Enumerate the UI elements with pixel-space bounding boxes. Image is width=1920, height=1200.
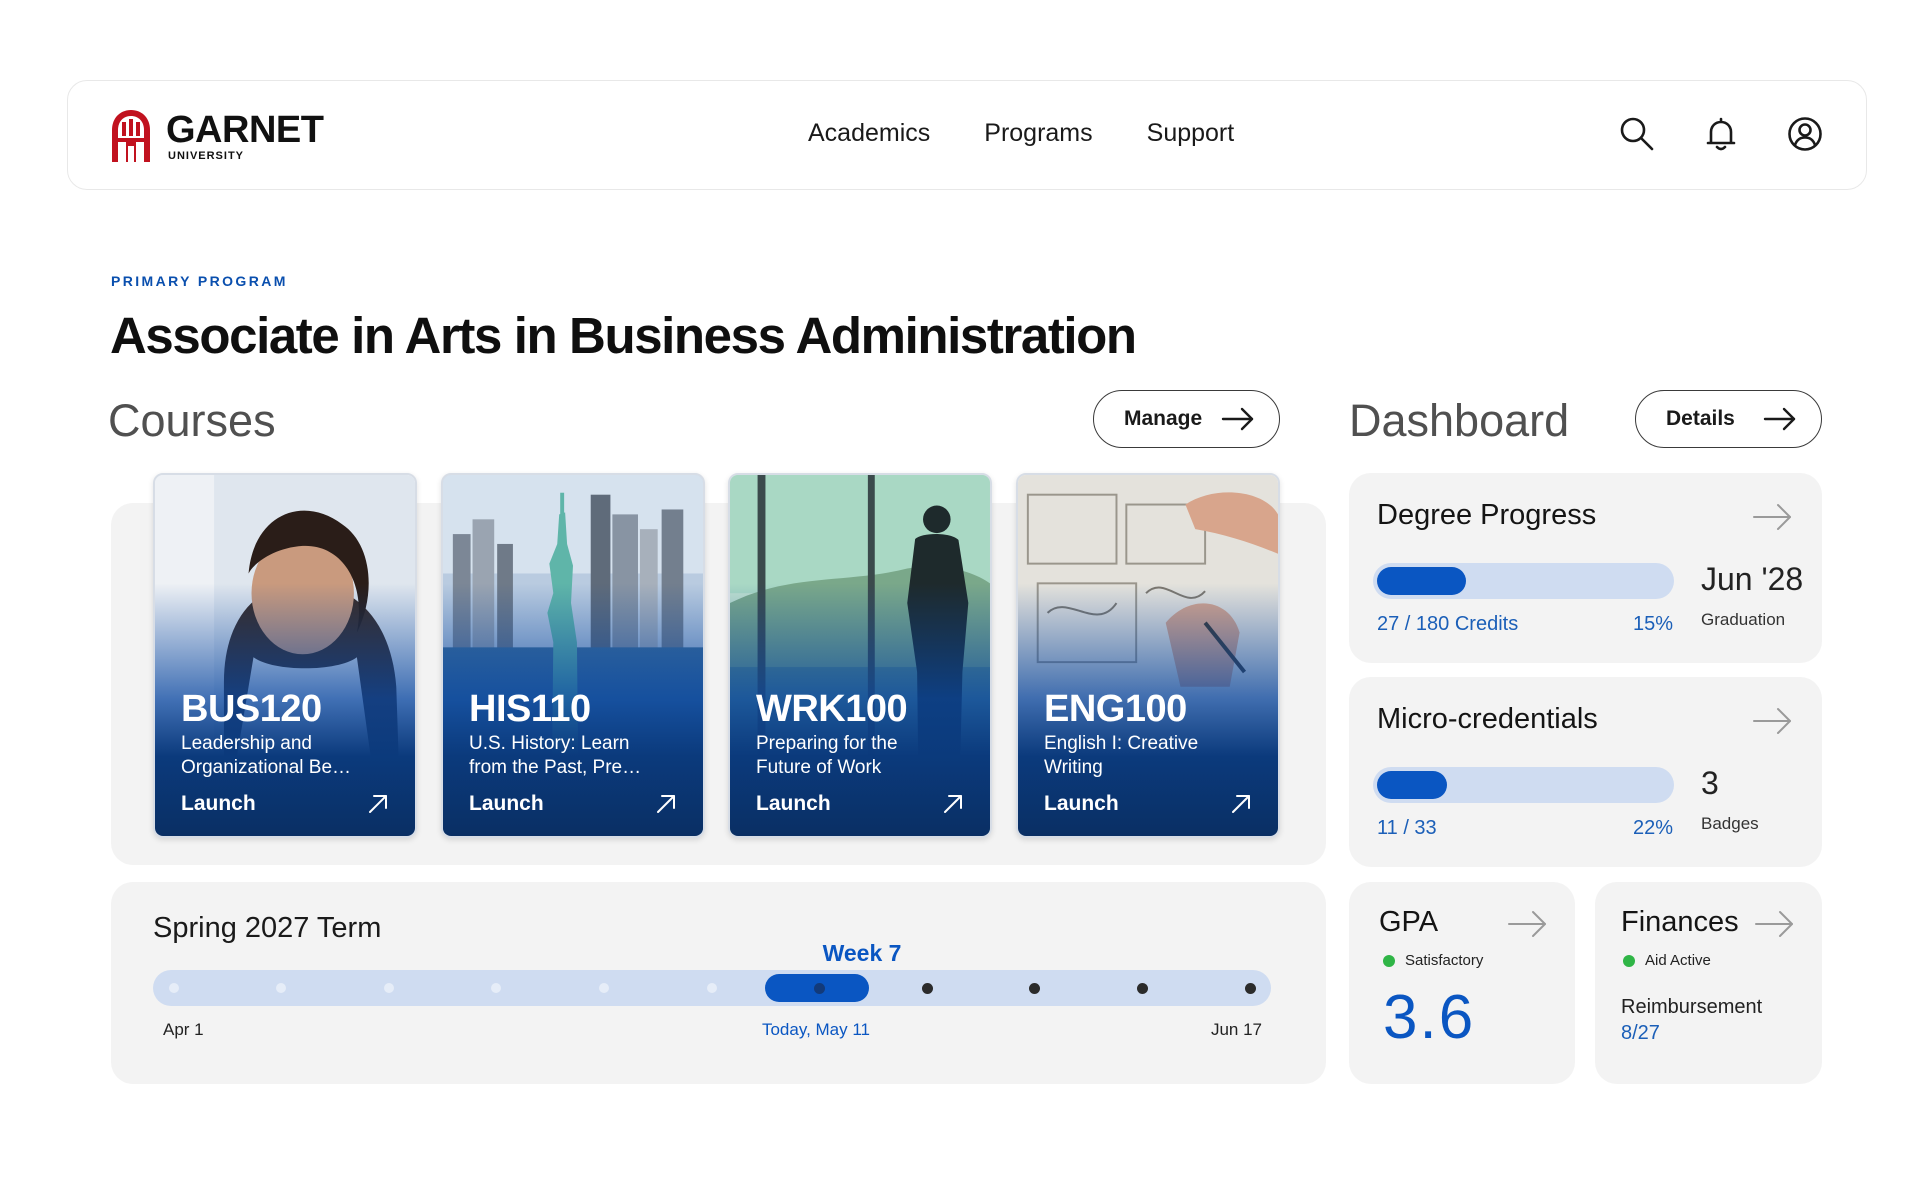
course-launch-label: Launch xyxy=(469,792,544,815)
term-end-date: Jun 17 xyxy=(1210,1020,1262,1039)
course-card-eng100[interactable]: ENG100 English I: Creative Writing Launc… xyxy=(1016,473,1280,838)
brand-logo[interactable]: GARNET UNIVERSITY xyxy=(108,108,324,164)
degree-progress-card[interactable]: Degree Progress 27 / 180 Credits 15% Jun… xyxy=(1349,473,1822,663)
week-dot[interactable] xyxy=(383,983,394,993)
week-dot[interactable] xyxy=(1244,983,1256,994)
nav-programs[interactable]: Programs xyxy=(984,119,1092,148)
reimbursement-label: Reimbursement xyxy=(1621,996,1763,1018)
arrow-up-right-icon xyxy=(369,795,387,813)
credits-label: 27 / 180 Credits xyxy=(1377,613,1519,635)
graduation-date: Jun '28 xyxy=(1701,561,1804,597)
top-header: GARNET UNIVERSITY Academics Programs Sup… xyxy=(67,80,1867,190)
micro-progress-fill xyxy=(1377,771,1447,799)
gpa-card[interactable]: GPA Satisfactory 3.6 xyxy=(1349,882,1575,1084)
garnet-crest-icon xyxy=(112,110,150,162)
course-name: Preparing for the Future of Work xyxy=(756,733,898,778)
arrow-up-right-icon xyxy=(944,795,962,813)
degree-progress-fill xyxy=(1377,567,1466,595)
course-card-bus120[interactable]: BUS120 Leadership and Organizational Be…… xyxy=(153,473,417,838)
header-actions xyxy=(1618,115,1824,153)
course-launch-label: Launch xyxy=(1044,792,1119,815)
course-code: ENG100 xyxy=(1044,688,1187,730)
aid-status: Aid Active xyxy=(1623,952,1711,969)
course-launch-label: Launch xyxy=(756,792,831,815)
main-nav: Academics Programs Support xyxy=(808,119,1234,148)
percent-label: 15% xyxy=(1633,613,1674,635)
finances-card[interactable]: Finances Aid Active Reimbursement 8/27 xyxy=(1595,882,1822,1084)
card-title: Micro-credentials xyxy=(1377,703,1598,735)
manage-label: Manage xyxy=(1124,407,1203,430)
course-code: HIS110 xyxy=(469,688,591,730)
details-label: Details xyxy=(1666,407,1735,430)
arrow-up-right-icon xyxy=(1232,795,1250,813)
dashboard-heading: Dashboard xyxy=(1349,395,1570,446)
card-gradient xyxy=(1018,475,1278,836)
brand-name: GARNET xyxy=(166,108,324,151)
graduation-label: Graduation xyxy=(1701,610,1786,629)
dashboard-details-button[interactable]: Details xyxy=(1635,390,1822,448)
arrow-right-icon[interactable] xyxy=(1507,908,1549,940)
course-name: Leadership and Organizational Be… xyxy=(181,733,352,778)
status-dot-icon xyxy=(1383,954,1395,967)
arrow-right-icon xyxy=(1763,407,1796,431)
brand-wordmark: GARNET UNIVERSITY xyxy=(166,108,324,162)
micro-progress-track xyxy=(1373,767,1674,803)
percent-label: 22% xyxy=(1633,817,1674,839)
user-account-icon[interactable] xyxy=(1786,115,1824,153)
course-launch-label: Launch xyxy=(181,792,256,815)
status-text: Satisfactory xyxy=(1405,952,1484,969)
course-code: WRK100 xyxy=(756,688,908,730)
term-panel: Spring 2027 Term Week 7 Apr 1 Today, May… xyxy=(111,882,1326,1084)
program-title: Associate in Arts in Business Administra… xyxy=(110,307,1137,364)
card-title: Finances xyxy=(1621,906,1739,938)
card-title: Degree Progress xyxy=(1377,499,1597,531)
arrow-right-icon[interactable] xyxy=(1752,501,1794,533)
badges-label: Badges xyxy=(1701,814,1759,833)
nav-academics[interactable]: Academics xyxy=(808,119,930,148)
manage-courses-button[interactable]: Manage xyxy=(1093,390,1280,448)
week-dot[interactable] xyxy=(706,983,717,993)
course-name: U.S. History: Learn from the Past, Pre… xyxy=(469,733,642,778)
badges-count: 3 xyxy=(1701,765,1719,801)
arrow-right-icon xyxy=(1221,407,1254,431)
micro-count-label: 11 / 33 xyxy=(1377,817,1437,839)
reimbursement-date: 8/27 xyxy=(1621,1022,1660,1044)
current-week-label: Week 7 xyxy=(822,940,902,966)
arrow-right-icon[interactable] xyxy=(1752,705,1794,737)
card-title: GPA xyxy=(1379,906,1439,938)
week-dot[interactable] xyxy=(168,983,179,993)
search-icon[interactable] xyxy=(1618,115,1656,153)
program-eyebrow: PRIMARY PROGRAM xyxy=(111,273,288,289)
term-today-date: Today, May 11 xyxy=(761,1020,871,1039)
arrow-right-icon[interactable] xyxy=(1754,908,1796,940)
card-gradient xyxy=(155,475,415,836)
course-card-his110[interactable]: HIS110 U.S. History: Learn from the Past… xyxy=(441,473,705,838)
micro-credentials-card[interactable]: Micro-credentials 11 / 33 22% 3 Badges xyxy=(1349,677,1822,867)
card-gradient xyxy=(730,475,990,836)
week-dot[interactable] xyxy=(1136,983,1148,994)
brand-sub: UNIVERSITY xyxy=(168,149,245,162)
gpa-value: 3.6 xyxy=(1383,983,1476,1052)
status-dot-icon xyxy=(1623,954,1635,967)
gpa-status: Satisfactory xyxy=(1383,952,1483,969)
degree-progress-track xyxy=(1373,563,1674,599)
card-gradient xyxy=(443,475,703,836)
courses-heading: Courses xyxy=(108,395,276,446)
week-dot[interactable] xyxy=(921,983,933,994)
term-start-date: Apr 1 xyxy=(163,1020,204,1039)
course-card-wrk100[interactable]: WRK100 Preparing for the Future of Work … xyxy=(728,473,992,838)
course-code: BUS120 xyxy=(181,688,322,730)
course-name: English I: Creative Writing xyxy=(1044,733,1199,778)
arrow-up-right-icon xyxy=(657,795,675,813)
bell-icon[interactable] xyxy=(1702,115,1740,153)
nav-support[interactable]: Support xyxy=(1147,119,1235,148)
term-title: Spring 2027 Term xyxy=(153,912,382,944)
status-text: Aid Active xyxy=(1645,952,1711,969)
week-dot[interactable] xyxy=(598,983,609,993)
